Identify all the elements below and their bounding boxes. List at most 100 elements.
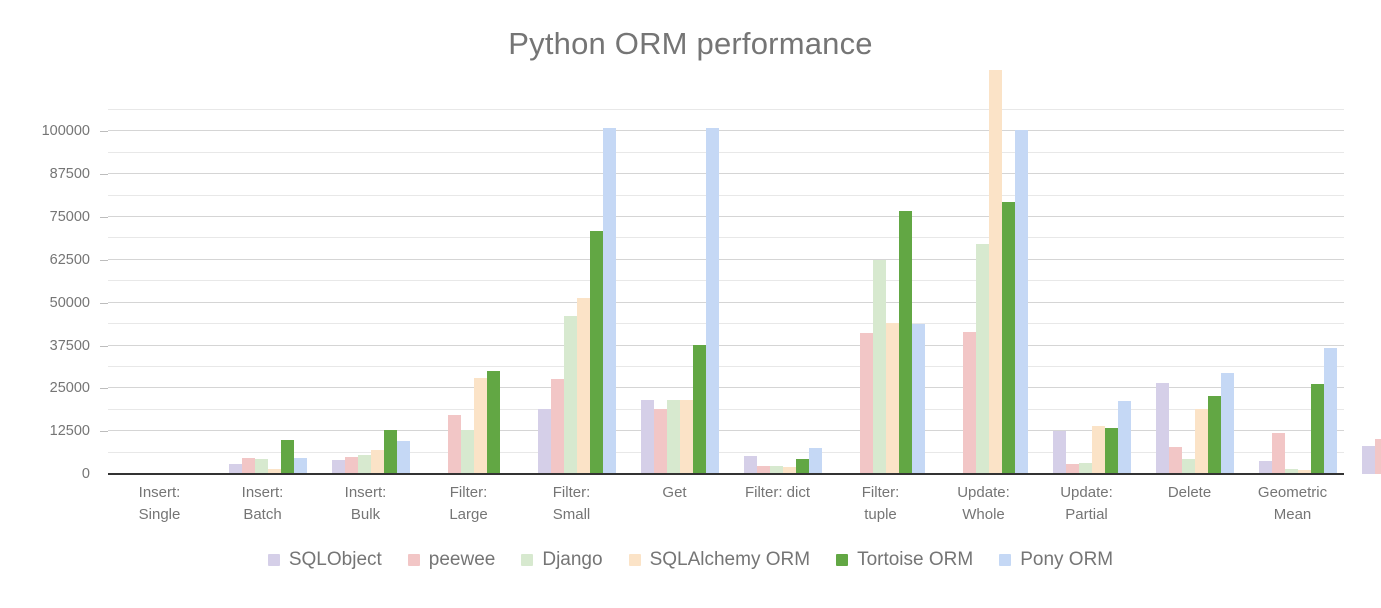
y-axis-tick-label: 50000 — [49, 294, 90, 311]
bar[interactable] — [460, 429, 474, 474]
legend-item[interactable]: SQLAlchemy ORM — [628, 549, 810, 571]
bar[interactable] — [254, 458, 268, 474]
bar[interactable] — [550, 379, 564, 474]
bar[interactable] — [653, 408, 667, 474]
legend-swatch-icon — [836, 554, 849, 566]
legend-swatch-icon — [407, 554, 420, 566]
bar-group-bars — [628, 110, 731, 474]
bar[interactable] — [1052, 430, 1066, 474]
bar-group-bars — [937, 69, 1040, 474]
bar[interactable] — [1220, 373, 1234, 474]
bar[interactable] — [602, 128, 616, 474]
bar[interactable] — [1310, 383, 1324, 474]
y-axis-tick-mark — [100, 345, 108, 347]
x-axis-baseline — [108, 473, 1344, 475]
bar[interactable] — [692, 344, 706, 474]
bar[interactable] — [370, 450, 384, 474]
legend-item[interactable]: Tortoise ORM — [836, 549, 973, 571]
bar[interactable] — [898, 210, 912, 474]
bar[interactable] — [1271, 432, 1285, 474]
bar-group-bars — [216, 110, 319, 474]
bar[interactable] — [640, 400, 654, 474]
bar[interactable] — [975, 243, 989, 474]
x-axis-tick-label: Geometric Mean — [1257, 484, 1328, 523]
legend-item[interactable]: peewee — [407, 549, 495, 571]
bar[interactable] — [280, 439, 294, 474]
bar[interactable] — [473, 377, 487, 474]
legend-item[interactable]: Django — [521, 549, 603, 571]
bar[interactable] — [666, 400, 680, 474]
plot-area — [108, 69, 1381, 474]
bar[interactable] — [1207, 395, 1221, 474]
bar[interactable] — [1104, 427, 1118, 474]
bar[interactable] — [988, 69, 1002, 474]
bar[interactable] — [396, 440, 410, 474]
bar[interactable] — [859, 332, 873, 474]
bar[interactable] — [331, 460, 345, 474]
bar[interactable] — [447, 415, 461, 474]
bar-group — [319, 110, 422, 474]
y-axis-tick-label: 37500 — [49, 337, 90, 354]
bar[interactable] — [885, 323, 899, 474]
chart-legend: SQLObject peewee Django SQLAlchemy ORM Torto… — [0, 549, 1381, 571]
legend-item[interactable]: Pony ORM — [999, 549, 1113, 571]
bar-group — [1040, 110, 1143, 474]
bar[interactable] — [1014, 129, 1028, 474]
bar[interactable] — [911, 323, 925, 474]
bar[interactable] — [795, 459, 809, 474]
bar-group — [1143, 110, 1246, 474]
bar[interactable] — [1323, 348, 1337, 474]
y-axis-tick-mark — [100, 302, 108, 304]
legend-swatch-icon — [999, 554, 1012, 566]
bar[interactable] — [1194, 408, 1208, 474]
y-axis-tick-label: 62500 — [49, 251, 90, 268]
y-axis-tick-mark — [100, 217, 108, 219]
bar[interactable] — [743, 456, 757, 474]
bar[interactable] — [563, 316, 577, 474]
legend-item[interactable]: SQLObject — [267, 549, 382, 571]
bar[interactable] — [293, 457, 307, 474]
bar[interactable] — [589, 230, 603, 474]
bar[interactable] — [357, 454, 371, 474]
bar-group — [834, 110, 937, 474]
bar[interactable] — [1168, 446, 1182, 474]
bar-group-bars — [1143, 110, 1246, 474]
y-axis-tick-mark — [100, 131, 108, 133]
bar[interactable] — [383, 430, 397, 474]
x-axis-tick-label: Insert: Batch — [241, 484, 284, 523]
x-axis-tick-label: Insert: Single — [138, 484, 181, 523]
bar-group-bars — [834, 110, 937, 474]
bar-group — [628, 110, 731, 474]
bar[interactable] — [344, 456, 358, 474]
legend-item-label: Django — [542, 549, 603, 570]
bar[interactable] — [1117, 401, 1131, 474]
bar-group — [216, 110, 319, 474]
bar-group — [731, 110, 834, 474]
bar[interactable] — [1181, 459, 1195, 474]
bar-group — [525, 110, 628, 474]
bar[interactable] — [962, 331, 976, 474]
x-axis-tick-label: Filter: Small — [552, 484, 591, 523]
bar-group-bars — [731, 110, 834, 474]
bar[interactable] — [1091, 426, 1105, 474]
bar[interactable] — [537, 408, 551, 474]
y-axis-tick-label: 0 — [81, 466, 90, 482]
bar[interactable] — [1361, 446, 1375, 474]
bar[interactable] — [808, 447, 822, 474]
x-axis-tick-label: Update: Partial — [1060, 484, 1113, 523]
legend-swatch-icon — [521, 554, 534, 566]
bar[interactable] — [1374, 439, 1381, 474]
bar[interactable] — [705, 128, 719, 474]
y-axis-tick-label: 12500 — [49, 423, 90, 440]
bar[interactable] — [1155, 382, 1169, 474]
bar[interactable] — [679, 400, 693, 474]
bar-group — [1246, 110, 1349, 474]
bar[interactable] — [486, 371, 500, 474]
y-axis-tick-mark — [100, 174, 108, 176]
bar[interactable] — [241, 458, 255, 474]
x-axis-tick-label: Filter: dict — [744, 484, 810, 501]
bar[interactable] — [576, 297, 590, 474]
bar[interactable] — [872, 260, 886, 474]
bar-group-bars — [1349, 110, 1381, 474]
bar[interactable] — [1001, 201, 1015, 474]
